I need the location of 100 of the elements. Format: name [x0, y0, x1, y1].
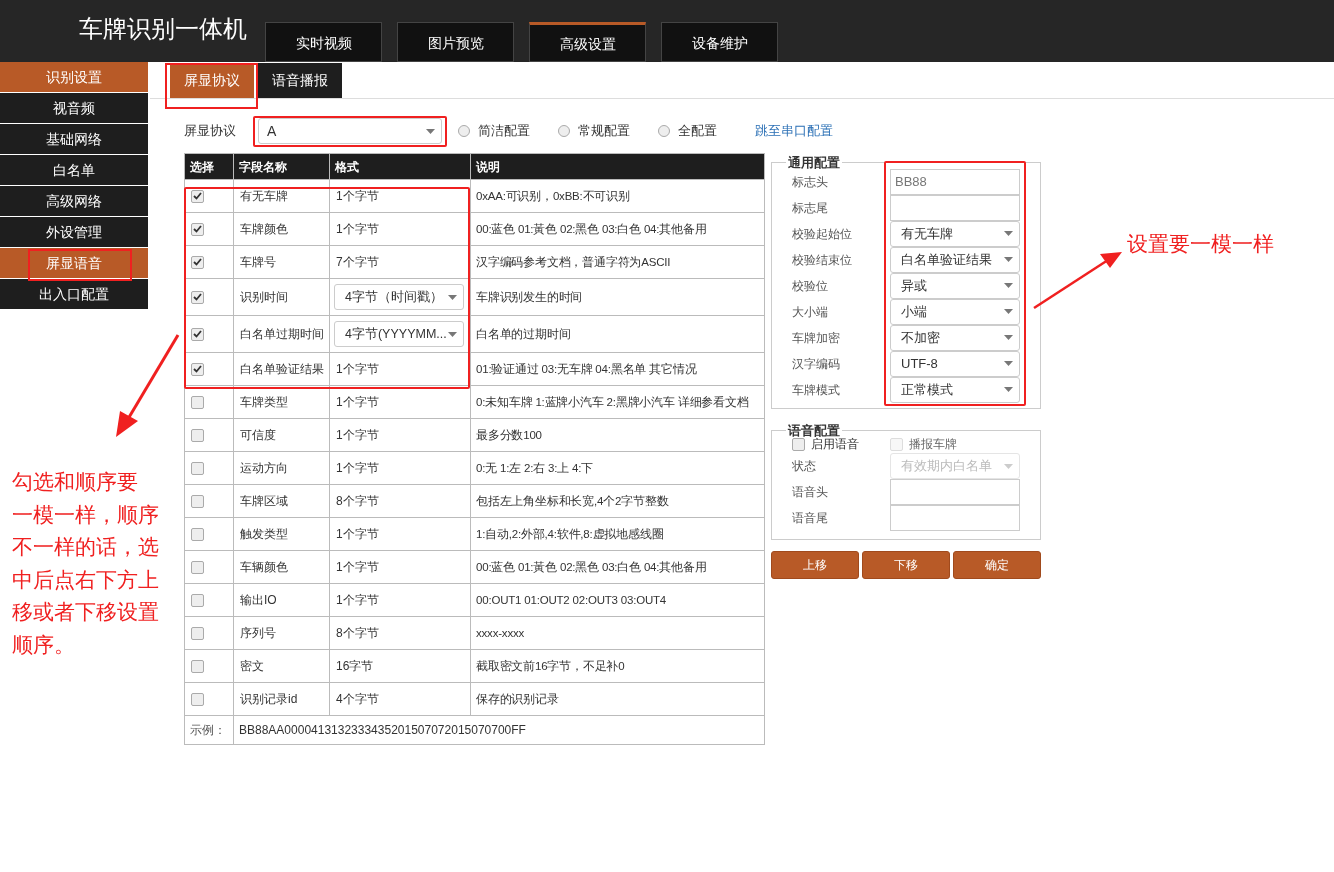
sidebar-item[interactable]: 视音频	[0, 93, 148, 123]
checkbox[interactable]	[191, 327, 204, 341]
checkbox[interactable]	[191, 593, 204, 607]
top-nav-tab[interactable]: 图片预览	[397, 22, 514, 62]
text-input[interactable]: BB88	[890, 168, 1020, 195]
field-format: 1个字节	[335, 222, 379, 236]
field-format: 1个字节	[335, 395, 379, 409]
field-description: 最多分数100	[476, 428, 542, 441]
panel-title: 通用配置	[788, 155, 840, 170]
panel-title: 语音配置	[788, 422, 840, 438]
checkbox[interactable]	[191, 222, 204, 236]
sidebar-item[interactable]: 出入口配置	[0, 279, 148, 309]
checkbox[interactable]	[191, 395, 204, 409]
field-format: 1个字节	[335, 362, 379, 376]
field-description: 00:蓝色 01:黃色 02:黑色 03:白色 04:其他备用	[476, 560, 707, 573]
action-button[interactable]: 确定	[953, 551, 1041, 579]
field-description: 00:OUT1 01:OUT2 02:OUT3 03:OUT4	[476, 593, 666, 606]
field-name: 运动方向	[240, 461, 288, 475]
example-label: 示例：	[190, 723, 226, 737]
dropdown-caret-icon	[1004, 335, 1013, 340]
field-description: 白名单的过期时间	[476, 327, 571, 340]
annotation-note: 设置要一模一样	[1127, 231, 1274, 257]
field-label: 标志尾	[792, 199, 829, 217]
sidebar-item[interactable]: 识别设置	[0, 62, 148, 92]
checkbox[interactable]	[191, 255, 204, 269]
field-label: 校验位	[792, 277, 829, 295]
format-select[interactable]: 4字节（时间戳）	[334, 284, 464, 310]
field-label: 校验起始位	[792, 225, 853, 243]
text-input[interactable]	[890, 479, 1020, 505]
field-description: 1:自动,2:外部,4:软件,8:虚拟地感线圈	[476, 527, 664, 540]
sidebar-item[interactable]: 基础网络	[0, 124, 148, 154]
field-description: 截取密文前16字节，不足补0	[476, 659, 625, 672]
app-title: 车牌识别一体机	[79, 14, 247, 44]
example-value: BB88AA0000413132333435201507072015070700FF	[239, 723, 526, 737]
field-format: 16字节	[335, 659, 374, 673]
field-format: 8个字节	[335, 626, 379, 640]
protocol-label: 屏显协议	[184, 122, 237, 141]
select-field[interactable]: 不加密	[890, 324, 1020, 351]
checkbox[interactable]	[191, 189, 204, 203]
field-name: 触发类型	[240, 527, 288, 541]
dropdown-caret-icon	[1004, 463, 1013, 469]
field-label: 车牌加密	[792, 329, 841, 347]
text-input[interactable]	[890, 194, 1020, 221]
field-name: 车牌区域	[240, 494, 288, 508]
checkbox[interactable]	[191, 428, 204, 442]
serial-config-link[interactable]: 跳至串口配置	[755, 121, 833, 141]
format-select[interactable]: 4字节(YYYYMM...	[334, 321, 464, 347]
sidebar-item[interactable]: 高级网络	[0, 186, 148, 216]
protocol-select[interactable]: A	[258, 118, 442, 144]
column-header: 格式	[335, 159, 359, 174]
select-field[interactable]: 小端	[890, 298, 1020, 325]
checkbox[interactable]	[191, 692, 204, 706]
top-nav-tab[interactable]: 设备维护	[661, 22, 778, 62]
field-format: 4个字节	[335, 692, 379, 706]
sidebar-item[interactable]: 白名单	[0, 155, 148, 185]
sub-tab[interactable]: 语音播报	[258, 63, 342, 98]
select-field[interactable]: 异或	[890, 272, 1020, 299]
text-input[interactable]	[890, 505, 1020, 531]
field-label: 汉字编码	[792, 355, 841, 373]
field-label: 车牌模式	[792, 381, 841, 399]
dropdown-caret-icon	[1004, 309, 1013, 314]
select-field[interactable]: UTF-8	[890, 350, 1020, 377]
field-name: 车牌类型	[240, 395, 288, 409]
field-format: 1个字节	[335, 189, 379, 203]
field-name: 密文	[240, 659, 264, 673]
sidebar-item[interactable]: 屏显语音	[0, 248, 148, 278]
config-radio[interactable]: 常规配置	[558, 121, 630, 141]
checkbox[interactable]	[191, 626, 204, 640]
action-button[interactable]: 下移	[862, 551, 950, 579]
checkbox[interactable]	[191, 290, 204, 304]
checkbox[interactable]	[191, 560, 204, 574]
select-field[interactable]: 正常模式	[890, 376, 1020, 403]
checkbox[interactable]	[191, 362, 204, 376]
sub-tab[interactable]: 屏显协议	[170, 63, 254, 98]
field-format: 1个字节	[335, 428, 379, 442]
checkbox[interactable]	[792, 437, 805, 451]
checkbox[interactable]	[191, 461, 204, 475]
field-label: 状态	[792, 458, 817, 475]
field-name: 输出IO	[240, 593, 277, 607]
top-nav-tab[interactable]: 高级设置	[529, 22, 646, 62]
action-button[interactable]: 上移	[771, 551, 859, 579]
field-name: 有无车牌	[240, 189, 288, 203]
field-name: 车牌号	[240, 255, 276, 269]
checkbox[interactable]	[191, 659, 204, 673]
config-radio[interactable]: 全配置	[658, 121, 717, 141]
column-header: 选择	[190, 159, 214, 174]
sidebar-item[interactable]: 外设管理	[0, 217, 148, 247]
checkbox[interactable]	[191, 494, 204, 508]
field-label: 标志头	[792, 173, 829, 191]
select-field[interactable]: 有无车牌	[890, 220, 1020, 247]
config-radio[interactable]: 简洁配置	[458, 121, 530, 141]
top-nav-tab[interactable]: 实时视频	[265, 22, 382, 62]
select-field[interactable]: 白名单验证结果	[890, 246, 1020, 273]
dropdown-caret-icon	[1004, 231, 1013, 236]
dropdown-caret-icon	[448, 294, 457, 300]
dropdown-caret-icon	[426, 128, 435, 134]
field-label: 校验结束位	[792, 251, 853, 269]
field-format: 7个字节	[335, 255, 379, 269]
checkbox[interactable]	[191, 527, 204, 541]
field-description: xxxx-xxxx	[476, 626, 525, 639]
